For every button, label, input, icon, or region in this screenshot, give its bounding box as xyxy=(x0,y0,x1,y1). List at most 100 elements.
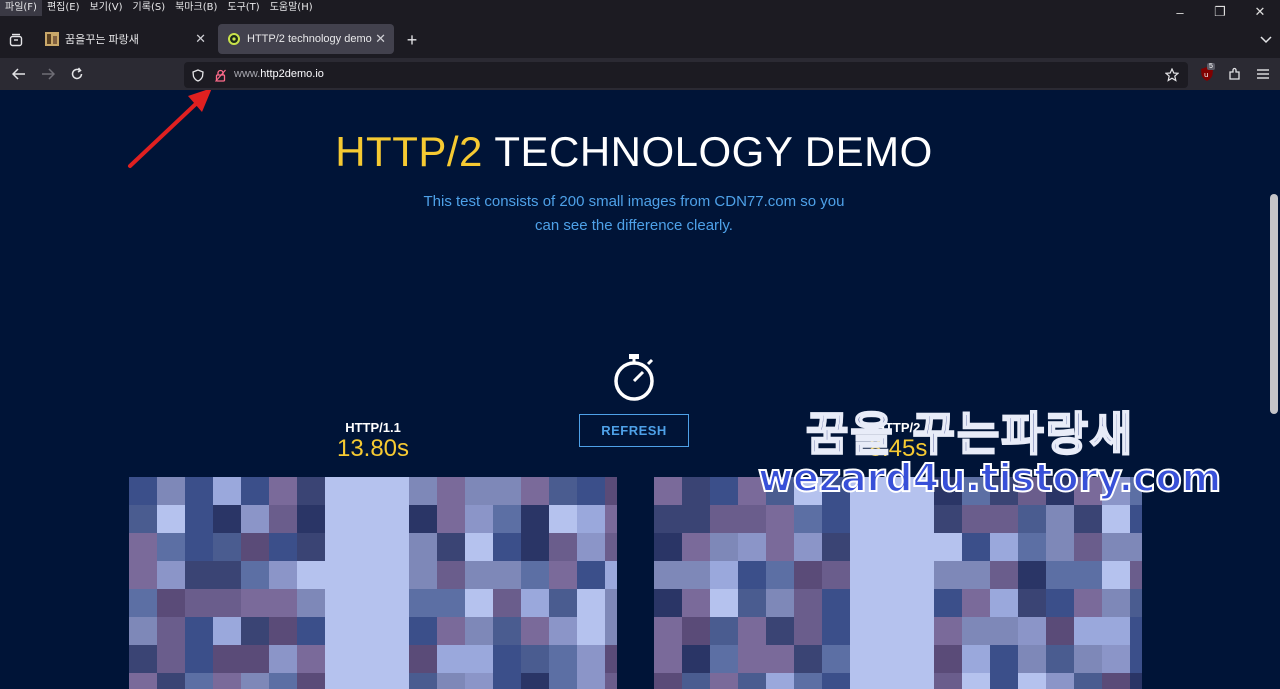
image-tile xyxy=(990,505,1018,533)
image-tile xyxy=(409,533,437,561)
menu-tools[interactable]: 도구(T) xyxy=(222,0,264,16)
image-tile xyxy=(437,477,465,505)
image-tile xyxy=(1046,589,1074,617)
image-tile xyxy=(766,645,794,673)
image-tile xyxy=(549,505,577,533)
image-tile xyxy=(710,505,738,533)
image-tile xyxy=(437,589,465,617)
bookmark-star-icon[interactable] xyxy=(1164,67,1180,83)
tab-manager-icon[interactable] xyxy=(6,30,26,50)
page-scrollbar[interactable] xyxy=(1268,90,1280,689)
image-tile xyxy=(241,533,269,561)
image-tile xyxy=(1018,645,1046,673)
menu-view[interactable]: 보기(V) xyxy=(85,0,128,16)
image-tile xyxy=(962,533,990,561)
image-tile xyxy=(850,617,878,645)
image-tile xyxy=(129,673,157,689)
image-tile xyxy=(521,561,549,589)
image-tile xyxy=(297,645,325,673)
image-tile xyxy=(409,617,437,645)
image-tile xyxy=(493,673,521,689)
menu-history[interactable]: 기록(S) xyxy=(128,0,171,16)
url-text[interactable]: www.http2demo.io xyxy=(234,68,324,80)
image-tile xyxy=(297,505,325,533)
image-tile xyxy=(850,645,878,673)
image-tile xyxy=(269,477,297,505)
refresh-button[interactable]: REFRESH xyxy=(579,414,689,447)
new-tab-icon[interactable]: + xyxy=(402,30,422,50)
image-tile xyxy=(241,505,269,533)
insecure-lock-icon[interactable] xyxy=(212,67,228,83)
image-tile xyxy=(157,617,185,645)
app-menu-hamburger-icon[interactable] xyxy=(1253,64,1273,84)
image-tile xyxy=(1018,589,1046,617)
back-icon[interactable] xyxy=(9,64,29,84)
tab-close-icon[interactable]: ✕ xyxy=(195,31,206,47)
extension-ublock-icon[interactable]: u 5 xyxy=(1197,63,1217,84)
image-tile xyxy=(577,589,605,617)
image-tile xyxy=(353,561,381,589)
tracking-protection-shield-icon[interactable] xyxy=(190,67,206,83)
image-tile xyxy=(605,645,617,673)
image-tile xyxy=(325,617,353,645)
image-tile xyxy=(381,617,409,645)
image-tile xyxy=(577,673,605,689)
image-tile xyxy=(325,533,353,561)
image-tile xyxy=(1074,645,1102,673)
image-tile xyxy=(906,533,934,561)
tab-close-icon[interactable]: ✕ xyxy=(375,31,386,47)
tab-http2-demo[interactable]: HTTP/2 technology demo ✕ xyxy=(218,24,394,54)
menu-file[interactable]: 파일(F) xyxy=(0,0,42,16)
image-tile xyxy=(241,617,269,645)
image-tile xyxy=(577,505,605,533)
image-tile xyxy=(465,589,493,617)
image-tile xyxy=(738,561,766,589)
image-tile xyxy=(437,561,465,589)
image-tile xyxy=(710,533,738,561)
tab-blog[interactable]: 꿈을꾸는 파랑새 ✕ xyxy=(36,24,214,54)
image-tile xyxy=(990,589,1018,617)
image-tile xyxy=(213,589,241,617)
menu-edit[interactable]: 편집(E) xyxy=(42,0,85,16)
image-tile xyxy=(185,561,213,589)
image-tile xyxy=(1046,533,1074,561)
image-tile xyxy=(878,617,906,645)
scrollbar-thumb[interactable] xyxy=(1270,194,1278,414)
image-tile xyxy=(794,589,822,617)
image-tile xyxy=(654,561,682,589)
image-tile xyxy=(710,477,738,505)
image-tile xyxy=(381,645,409,673)
image-tile xyxy=(682,505,710,533)
image-tile xyxy=(129,533,157,561)
image-tile xyxy=(962,505,990,533)
image-tile xyxy=(241,589,269,617)
menu-help[interactable]: 도움말(H) xyxy=(265,0,318,16)
reload-icon[interactable] xyxy=(67,64,87,84)
image-tile xyxy=(710,673,738,689)
extensions-puzzle-icon[interactable] xyxy=(1225,64,1245,84)
image-tile xyxy=(654,589,682,617)
image-tile xyxy=(325,589,353,617)
image-tile xyxy=(738,673,766,689)
image-tile xyxy=(549,645,577,673)
image-tile xyxy=(878,505,906,533)
image-tile xyxy=(353,673,381,689)
watermark-url: wezard4u.tistory.com xyxy=(757,455,1222,501)
image-tile xyxy=(654,645,682,673)
image-tile xyxy=(934,589,962,617)
list-all-tabs-icon[interactable] xyxy=(1256,30,1276,50)
url-bar[interactable]: www.http2demo.io xyxy=(184,62,1188,88)
image-tile xyxy=(269,589,297,617)
image-tile xyxy=(766,561,794,589)
image-tile xyxy=(710,561,738,589)
image-tile xyxy=(465,617,493,645)
svg-text:u: u xyxy=(1204,71,1208,79)
left-load-time: 13.80s xyxy=(336,435,410,462)
image-tile xyxy=(353,617,381,645)
image-tile xyxy=(962,561,990,589)
forward-icon[interactable] xyxy=(38,64,58,84)
menu-bookmarks[interactable]: 북마크(B) xyxy=(170,0,222,16)
image-tile xyxy=(605,533,617,561)
image-tile xyxy=(654,533,682,561)
image-tile xyxy=(794,617,822,645)
